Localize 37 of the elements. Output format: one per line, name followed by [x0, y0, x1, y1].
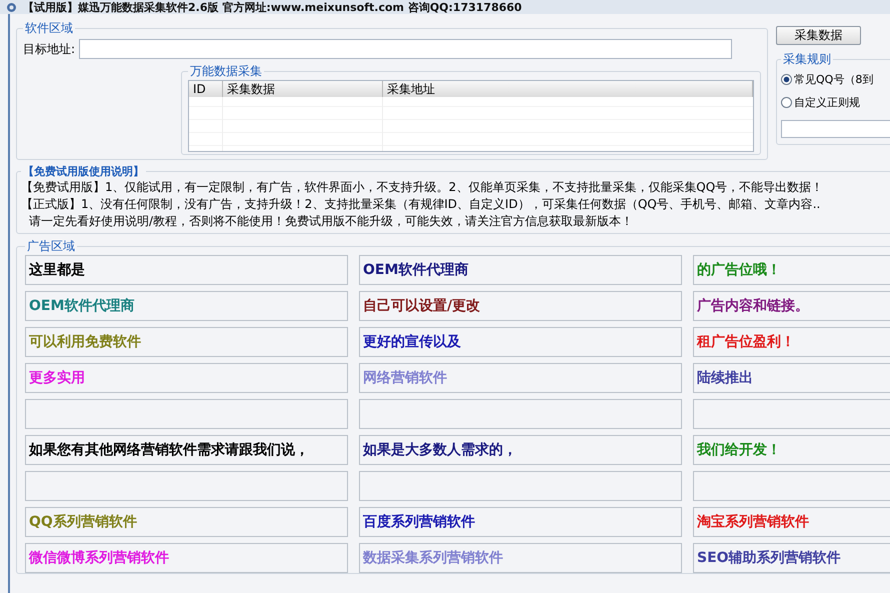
- ad-text[interactable]: SEO辅助系列营销软件: [693, 543, 890, 573]
- ad-text[interactable]: 可以利用免费软件: [25, 327, 348, 357]
- ad-text[interactable]: 广告内容和链接。: [693, 291, 890, 321]
- radio-option[interactable]: 常见QQ号（8到: [781, 72, 890, 87]
- panel-legend: 万能数据采集: [188, 63, 264, 80]
- ad-text[interactable]: 如果是大多数人需求的，: [359, 435, 682, 465]
- ad-text[interactable]: 更多实用: [25, 363, 348, 393]
- instruction-text: 【正式版】1、没有任何限制，没有广告，支持升级！2、支持批量采集（有规律ID、自定义ID），可采集任何数据（QQ号、手机号、邮箱、文章内容..: [21, 196, 822, 213]
- panel-legend: 广告区域: [25, 238, 77, 255]
- column-header[interactable]: 采集地址: [383, 81, 753, 97]
- ad-text[interactable]: 这里都是: [25, 255, 348, 285]
- ad-text[interactable]: 我们给开发！: [693, 435, 890, 465]
- ad-text[interactable]: 更好的宣传以及: [359, 327, 682, 357]
- radio-option[interactable]: 自定义正则规: [781, 95, 890, 110]
- ad-text[interactable]: 陆续推出: [693, 363, 890, 393]
- panel-legend: 【免费试用版使用说明】: [21, 164, 146, 179]
- panel-legend: 采集规则: [781, 51, 833, 68]
- ad-text[interactable]: 微信微博系列营销软件: [25, 543, 348, 573]
- field-label: 目标地址:: [23, 40, 76, 58]
- ad-text[interactable]: 的广告位哦！: [693, 255, 890, 285]
- ad-text[interactable]: 百度系列营销软件: [359, 507, 682, 537]
- window-title: 【试用版】媒迅万能数据采集软件2.6版 官方网址:www.meixunsoft.com 咨询QQ:173178660: [23, 0, 522, 14]
- ad-text[interactable]: QQ系列营销软件: [25, 507, 348, 537]
- ad-text[interactable]: OEM软件代理商: [25, 291, 348, 321]
- ad-text[interactable]: 自己可以设置/更改: [359, 291, 682, 321]
- column-header[interactable]: ID: [189, 81, 223, 97]
- instruction-text: 【免费试用版】1、仅能试用，有一定限制，有广告，软件界面小，不支持升级。2、仅能单页采集，不支持批量采集，仅能采集QQ号，不能导出数据！: [21, 179, 824, 196]
- regex-field[interactable]: [781, 120, 890, 138]
- target-address-field[interactable]: [79, 39, 732, 59]
- collect-button[interactable]: 采集数据: [776, 26, 861, 45]
- panel-legend: 软件区域: [23, 20, 75, 37]
- ad-text[interactable]: 如果您有其他网络营销软件需求请跟我们说，: [25, 435, 348, 465]
- ad-text[interactable]: 租广告位盈利！: [693, 327, 890, 357]
- ad-text[interactable]: 淘宝系列营销软件: [693, 507, 890, 537]
- column-header[interactable]: 采集数据: [223, 81, 383, 97]
- ad-text[interactable]: OEM软件代理商: [359, 255, 682, 285]
- instruction-text: 请一定先看好使用说明/教程，否则将不能使用！免费试用版不能升级，可能失效，请关注官方信息获取最新版本！: [28, 213, 634, 230]
